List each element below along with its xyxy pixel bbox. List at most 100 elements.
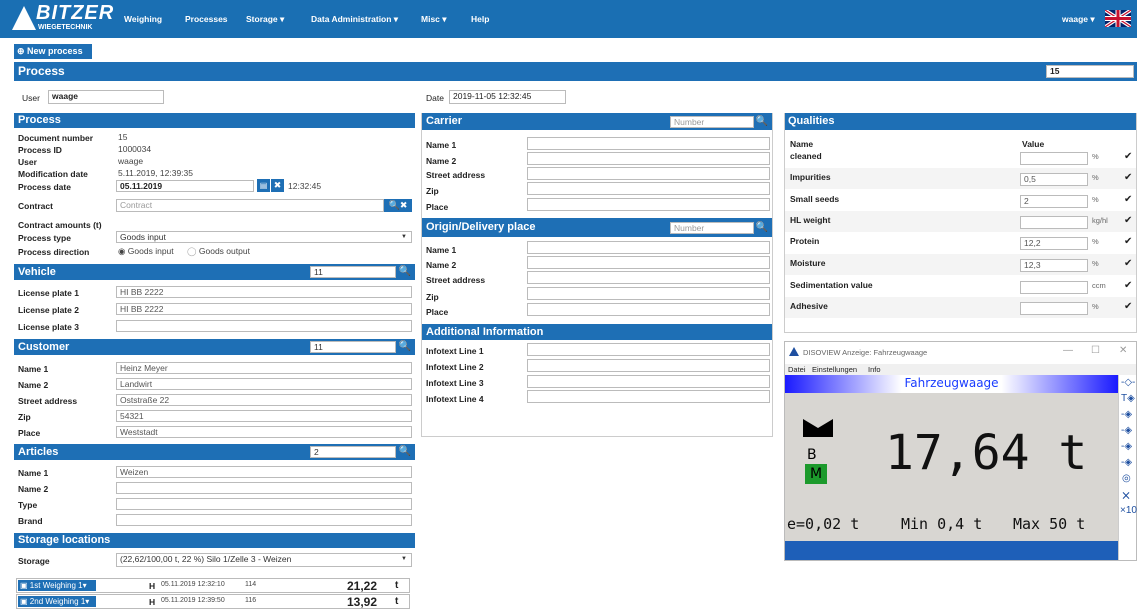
second-weighing-mode: H [149, 597, 156, 607]
process-date-field[interactable]: 05.11.2019 [116, 180, 254, 192]
vehicle-search-field[interactable]: 11 [310, 266, 396, 278]
second-weighing-count: 1▾ [80, 597, 90, 606]
process-type-select[interactable]: Goods input ▼ [116, 231, 412, 243]
process-time-value[interactable]: 12:32:45 [288, 181, 321, 191]
scale-status-bar [785, 541, 1118, 560]
second-weighing-label: 2nd Weighing [29, 597, 79, 606]
nav-data-administration[interactable]: Data Administration ▾ [311, 0, 398, 38]
scale-icon: ▣ [20, 581, 28, 590]
license-plate-1-field[interactable]: HI BB 2222 [116, 286, 412, 298]
contract-label: Contract [18, 201, 53, 211]
menu-info[interactable]: Info [868, 365, 881, 374]
mode-b-indicator: B [807, 447, 817, 463]
min-value: Min 0,4 t [901, 515, 983, 533]
articles-search-icon[interactable]: 🔍 [398, 445, 412, 459]
new-process-button[interactable]: ⊕ New process [14, 44, 92, 59]
first-weighing-label: 1st Weighing [29, 581, 76, 590]
nav-processes[interactable]: Processes [185, 0, 228, 38]
customer-place-label: Place [18, 428, 41, 438]
article-brand-label: Brand [18, 516, 43, 526]
article-type-field[interactable] [116, 498, 412, 510]
date-label: Date [426, 93, 444, 103]
max-value: Max 50 t [1013, 515, 1086, 533]
second-weighing-unit: t [395, 596, 399, 607]
modification-date-value: 5.11.2019, 12:39:35 [118, 168, 193, 178]
direction-radio-input[interactable]: ◉ Goods input [118, 246, 174, 257]
nav-help[interactable]: Help [471, 0, 489, 38]
menu-datei[interactable]: Datei [788, 365, 806, 374]
contract-field[interactable]: Contract [116, 199, 384, 212]
side-btn-3-icon[interactable]: -◈ [1121, 409, 1132, 420]
user-menu[interactable]: waage ▾ [1062, 0, 1095, 38]
license-plate-3-field[interactable] [116, 320, 412, 332]
first-weighing-count: 1▾ [78, 581, 87, 590]
chevron-down-icon: ▼ [401, 556, 407, 562]
side-btn-target-icon[interactable]: ◎ [1122, 473, 1131, 484]
article-brand-field[interactable] [116, 514, 412, 526]
side-btn-tare-icon[interactable]: T◈ [1121, 393, 1135, 404]
process-number-field[interactable]: 15 [1046, 65, 1134, 78]
disoview-menubar: Datei Einstellungen Info [785, 364, 1136, 375]
uk-flag-icon[interactable] [1105, 10, 1131, 27]
side-btn-4-icon[interactable]: -◈ [1121, 425, 1132, 436]
menu-einstellungen[interactable]: Einstellungen [812, 365, 857, 374]
customer-name2-field[interactable]: Landwirt [116, 378, 412, 390]
document-number-label: Document number [18, 133, 94, 143]
first-weighing-button[interactable]: ▣ 1st Weighing 1▾ [18, 580, 96, 591]
e-value: e=0,02 t [787, 515, 860, 533]
nav-storage[interactable]: Storage ▾ [246, 0, 284, 38]
nav-misc[interactable]: Misc ▾ [421, 0, 447, 38]
clear-date-icon[interactable]: ✖ [271, 179, 284, 192]
second-weighing-weight: 13,92 [347, 595, 378, 609]
side-btn-5-icon[interactable]: -◈ [1121, 441, 1132, 452]
direction-radio-output[interactable]: ◯ Goods output [187, 246, 250, 257]
storage-select[interactable]: (22,62/100,00 t, 22 %) Silo 1/Zelle 3 - … [116, 553, 412, 567]
first-weighing-unit: t [395, 580, 399, 591]
customer-name1-field[interactable]: Heinz Meyer [116, 362, 412, 374]
maximize-icon[interactable]: ☐ [1091, 345, 1100, 356]
side-btn-6-icon[interactable]: -◈ [1121, 457, 1132, 468]
modification-date-label: Modification date [18, 169, 88, 179]
weighing-row-1: ▣ 1st Weighing 1▾ H 05.11.2019 12:32:10 … [16, 578, 410, 593]
logo-triangle-icon [12, 6, 36, 30]
process-header-title: Process [18, 64, 65, 78]
scale-name-bar: Fahrzeugwaage [785, 375, 1118, 393]
user-field[interactable]: waage [48, 90, 164, 104]
zero-indicator-icon [803, 419, 833, 437]
vehicle-search-icon[interactable]: 🔍 [398, 265, 412, 279]
storage-section-header: Storage locations [14, 533, 415, 548]
logo-text: BITZER [36, 2, 115, 24]
minimize-icon[interactable]: — [1063, 345, 1073, 356]
customer-street-label: Street address [18, 396, 78, 406]
customer-search-icon[interactable]: 🔍 [398, 340, 412, 354]
side-btn-zero-icon[interactable]: -◇- [1121, 377, 1135, 388]
close-icon[interactable]: ✕ [1119, 345, 1127, 356]
direction-option-input: Goods input [127, 246, 174, 256]
customer-name2-label: Name 2 [18, 380, 49, 390]
chevron-down-icon: ▼ [401, 234, 407, 240]
second-weighing-button[interactable]: ▣ 2nd Weighing 1▾ [18, 596, 96, 607]
customer-street-field[interactable]: Oststraße 22 [116, 394, 412, 406]
article-name2-label: Name 2 [18, 484, 49, 494]
side-btn-cross-icon[interactable]: ⨯ [1121, 488, 1131, 502]
calendar-icon[interactable]: ▤ [257, 179, 270, 192]
direction-option-output: Goods output [198, 246, 250, 256]
date-field[interactable]: 2019-11-05 12:32:45 [449, 90, 566, 104]
bitzer-logo[interactable]: BITZER WIEGETECHNIK [12, 2, 113, 34]
process-user-value: waage [118, 156, 144, 166]
side-btn-multiply[interactable]: ×10 [1120, 505, 1137, 516]
first-weighing-id: 114 [245, 581, 257, 588]
qualities-border [784, 113, 1137, 333]
contract-search-icon[interactable]: 🔍✖ [384, 199, 412, 212]
storage-select-value: (22,62/100,00 t, 22 %) Silo 1/Zelle 3 - … [120, 554, 292, 564]
license-plate-2-field[interactable]: HI BB 2222 [116, 303, 412, 315]
disoview-window-title: DISOVIEW Anzeige: Fahrzeugwaage [803, 348, 928, 357]
article-name1-field[interactable]: Weizen [116, 466, 412, 478]
nav-weighing[interactable]: Weighing [124, 0, 162, 38]
article-name2-field[interactable] [116, 482, 412, 494]
customer-zip-field[interactable]: 54321 [116, 410, 412, 422]
customer-name1-label: Name 1 [18, 364, 49, 374]
customer-place-field[interactable]: Weststadt [116, 426, 412, 438]
customer-search-field[interactable]: 11 [310, 341, 396, 353]
articles-search-field[interactable]: 2 [310, 446, 396, 458]
